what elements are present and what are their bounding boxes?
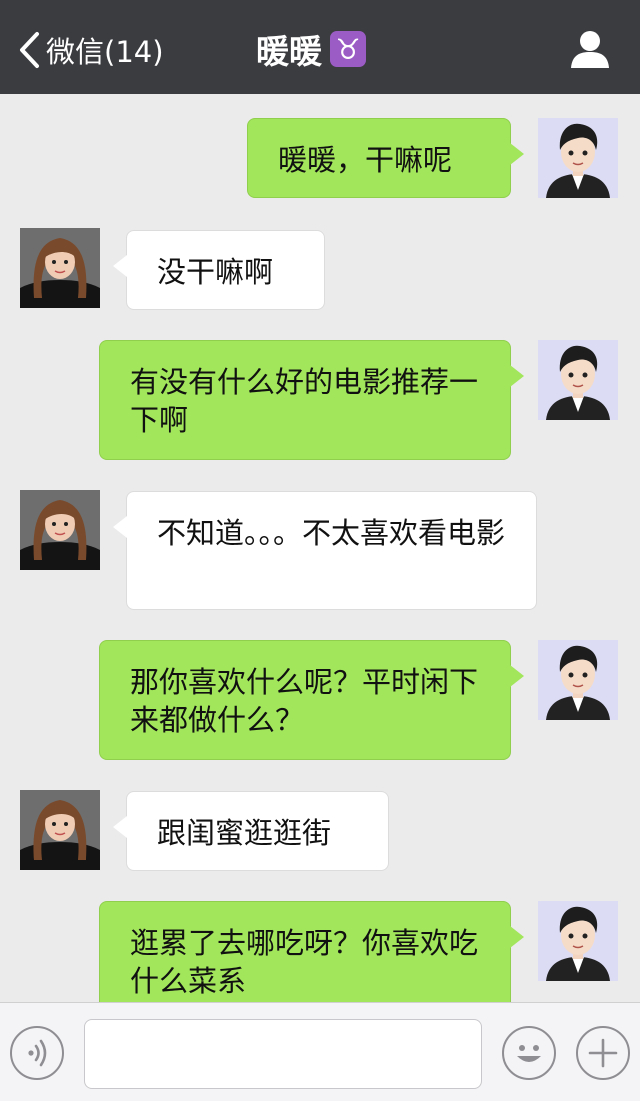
message-bubble-outgoing[interactable]: 暖暖，干嘛呢 (247, 118, 524, 198)
message-bubble-outgoing[interactable]: 逛累了去哪吃呀？你喜欢吃什么菜系 (99, 901, 524, 1002)
chat-title: 暖暖 ♉ (256, 24, 366, 74)
plus-icon (588, 1038, 618, 1068)
my-avatar[interactable] (538, 640, 618, 720)
voice-button[interactable] (10, 1026, 64, 1080)
message-text: 没干嘛啊 (157, 255, 274, 289)
message-text: 暖暖，干嘛呢 (278, 143, 453, 177)
my-avatar[interactable] (538, 118, 618, 198)
taurus-icon: ♉ (330, 31, 366, 67)
more-button[interactable] (576, 1026, 630, 1080)
contact-avatar[interactable] (20, 228, 100, 308)
message-bubble-outgoing[interactable]: 有没有什么好的电影推荐一下啊 (99, 340, 524, 460)
message-bubble-incoming[interactable]: 不知道。。。不太喜欢看电影 (113, 491, 537, 610)
my-avatar[interactable] (538, 340, 618, 420)
message-bubble-incoming[interactable]: 没干嘛啊 (113, 230, 325, 310)
voice-icon (28, 1039, 47, 1067)
profile-button[interactable] (570, 28, 610, 70)
contact-avatar[interactable] (20, 490, 100, 570)
back-label: 微信(14) (46, 35, 164, 69)
input-bar (0, 1002, 640, 1101)
person-icon (571, 31, 609, 68)
emoji-icon (517, 1045, 541, 1062)
message-bubble-outgoing[interactable]: 那你喜欢什么呢？平时闲下来都做什么？ (99, 640, 524, 760)
message-text: 不知道。。。不太喜欢看电影 (157, 516, 506, 550)
message-text: 那你喜欢什么呢？平时闲下来都做什么？ (130, 665, 479, 737)
message-text: 逛累了去哪吃呀？你喜欢吃什么菜系 (130, 926, 479, 998)
back-button[interactable]: 微信(14) (18, 28, 164, 72)
my-avatar[interactable] (538, 901, 618, 981)
message-text: 跟闺蜜逛逛街 (157, 816, 332, 850)
contact-avatar[interactable] (20, 790, 100, 870)
message-input[interactable] (84, 1019, 482, 1089)
message-list[interactable]: 暖暖，干嘛呢 没干嘛啊 有没有什么好的电影推荐一下啊 不知道。。。不太喜欢看电影… (0, 94, 640, 1002)
message-text: 有没有什么好的电影推荐一下啊 (130, 365, 479, 437)
contact-name: 暖暖 (256, 32, 322, 71)
chat-header: 微信(14) 暖暖 ♉ (0, 0, 640, 94)
chevron-left-icon (18, 31, 40, 69)
emoji-button[interactable] (502, 1026, 556, 1080)
message-bubble-incoming[interactable]: 跟闺蜜逛逛街 (113, 791, 389, 871)
